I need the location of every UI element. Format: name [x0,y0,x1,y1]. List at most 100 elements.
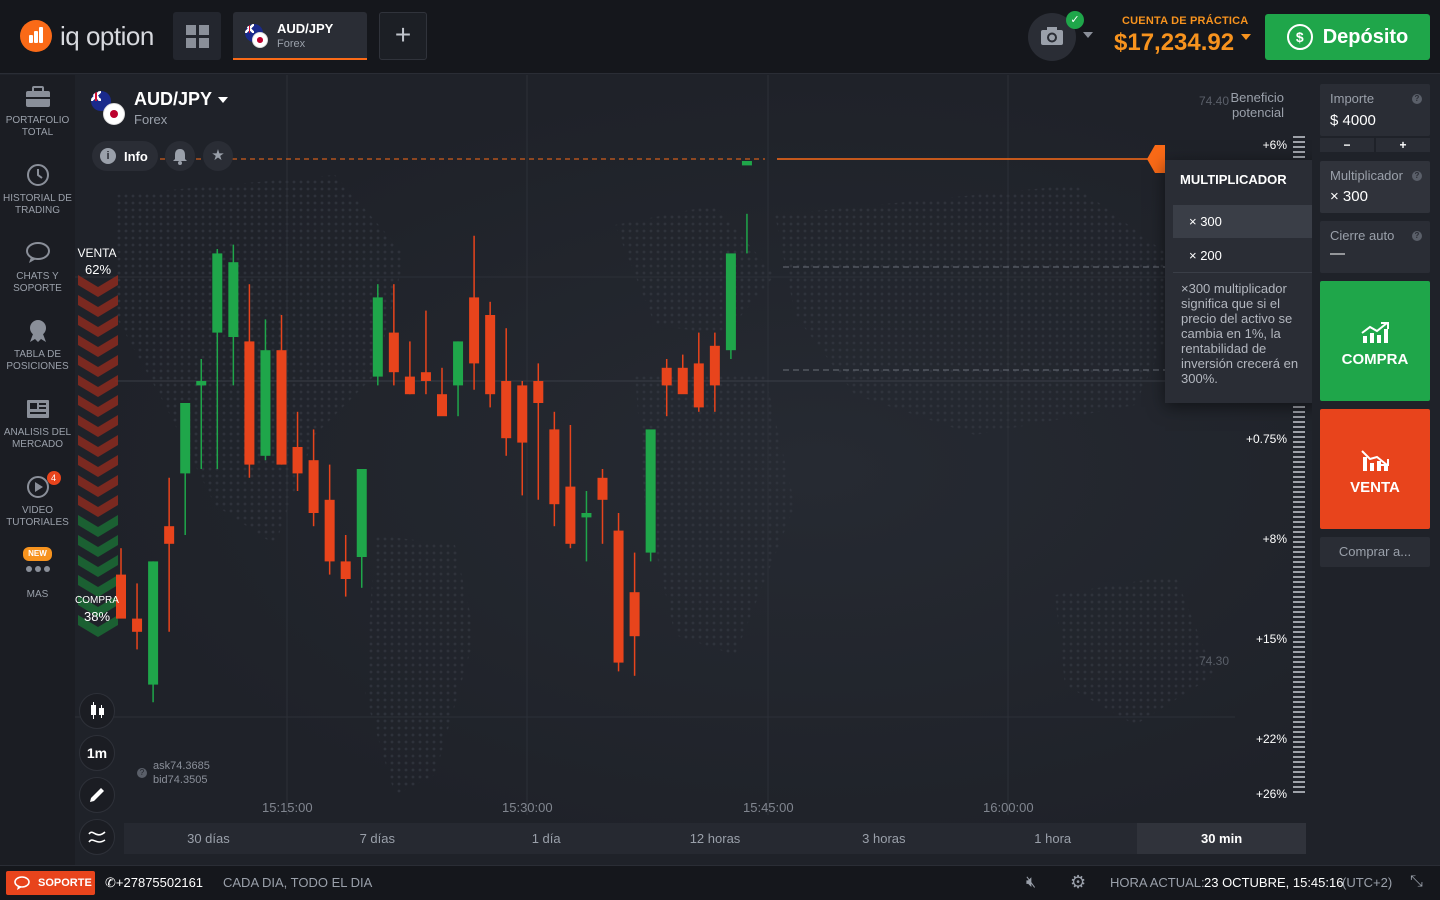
sidebar-item-label: HISTORIAL DE TRADING [3,193,72,216]
candle-body [517,385,528,443]
mute-icon[interactable]: 🔇︎ [1026,874,1036,892]
sidebar-item-videos[interactable]: 4 VIDEO TUTORIALES [0,471,75,529]
auto-close-field[interactable]: Cierre auto ? — [1320,221,1430,273]
sentiment-chevron [78,315,118,337]
help-icon[interactable]: ? [1412,171,1422,181]
chart-area[interactable]: AUD/JPY Forex i Info ★ VENTA 62% COMPRA 3… [75,75,1312,865]
asset-tab[interactable]: AUD/JPY Forex [233,12,367,60]
timeframe-7d[interactable]: 7 días [293,823,462,854]
sidebar-item-label: CHATS Y SOPORTE [13,271,62,294]
gear-icon[interactable]: ⚙ [1070,872,1086,893]
help-icon[interactable]: ? [1412,231,1422,241]
multiplier-description: ×300 multiplicador significa que si el p… [1181,281,1299,386]
support-button[interactable]: SOPORTE [6,871,95,895]
multiplier-title: MULTIPLICADOR [1180,172,1287,187]
profit-pct-tick: +8% [1262,532,1287,546]
decrease-button[interactable]: − [1320,138,1374,152]
amount-value[interactable]: $ 4000 [1330,112,1376,129]
candle-body [228,262,239,337]
draw-button[interactable] [79,777,115,813]
fullscreen-icon[interactable]: ⤡ [1410,873,1423,891]
amount-field[interactable]: Importe ? $ 4000 [1320,84,1430,136]
sidebar-item-history[interactable]: HISTORIAL DE TRADING [0,163,75,217]
multiplier-field[interactable]: Multiplicador ? × 300 [1320,161,1430,213]
sentiment-chevron [78,335,118,357]
sentiment-chevron [78,475,118,497]
sentiment-chevron [78,535,118,557]
timezone: (UTC+2) [1342,875,1393,890]
candle-body [212,253,223,333]
help-icon[interactable]: ? [1412,94,1422,104]
multiplier-dropdown: MULTIPLICADOR × 300 × 200 ×300 multiplic… [1165,160,1320,403]
timeframe-1h[interactable]: 1 hora [968,823,1137,854]
sentiment-chevron [78,295,118,317]
interval-button[interactable]: 1m [79,735,115,771]
sentiment-chevron [78,355,118,377]
candle-body [741,161,752,166]
indicators-button[interactable] [79,819,115,855]
buy-at-button[interactable]: Comprar a... [1320,537,1430,567]
timeframe-3h[interactable]: 3 horas [799,823,968,854]
multiplier-label: Multiplicador [1330,168,1403,183]
multiplier-value: × 300 [1330,188,1368,205]
info-button[interactable]: i Info [92,141,158,171]
buy-button[interactable]: COMPRA [1320,281,1430,401]
timeframe-1d[interactable]: 1 día [462,823,631,854]
sidebar-item-more[interactable]: NEW MAS [0,547,75,601]
candle-body [196,381,207,386]
profit-pct-tick: +26% [1255,787,1287,801]
candle-body [581,513,592,518]
time-tick: 15:45:00 [743,800,794,815]
top-bar: iq option AUD/JPY Forex + ✓ CUENTA DE PR… [0,0,1440,74]
favorite-button[interactable]: ★ [203,141,233,171]
trend-up-icon [1361,322,1389,343]
profit-pct-tick: +6% [1262,138,1287,152]
indicators-icon [88,831,106,843]
profit-pct-tick: +15% [1255,632,1287,646]
sidebar-item-portfolio[interactable]: PORTAFOLIO TOTAL [0,85,75,139]
deposit-button[interactable]: $ Depósito [1265,14,1430,60]
account-balance[interactable]: $17,234.92 [1114,29,1234,57]
candle-body [629,592,640,637]
candle-body [613,530,624,663]
logo[interactable]: iq option [20,20,154,52]
briefcase-icon [25,85,51,109]
sentiment-chevron [78,395,118,417]
asset-name[interactable]: AUD/JPY [134,89,229,110]
chevron-down-icon[interactable] [1083,32,1093,38]
sidebar-item-label: ANALISIS DEL MERCADO [3,427,72,450]
chat-icon [25,241,51,265]
news-icon [25,397,51,421]
multiplier-option-200[interactable]: × 200 [1173,239,1312,272]
sidebar: PORTAFOLIO TOTAL HISTORIAL DE TRADING CH… [0,75,75,865]
timeframe-12h[interactable]: 12 horas [631,823,800,854]
chart-type-button[interactable] [79,693,115,729]
price-chart[interactable] [75,75,1312,865]
candle-body [308,460,319,513]
support-phone[interactable]: ✆+27875502161 [105,875,203,891]
info-icon: i [100,148,116,164]
candle-body [260,350,271,456]
apps-grid-button[interactable] [173,12,221,60]
candle-body [709,345,720,386]
sell-button[interactable]: VENTA [1320,409,1430,529]
current-price-marker [1147,145,1165,173]
time-tick: 15:15:00 [262,800,313,815]
sentiment-chevron [78,495,118,517]
timeframe-bar: 30 días 7 días 1 día 12 horas 3 horas 1 … [124,823,1307,854]
timeframe-30m[interactable]: 30 min [1137,823,1307,854]
sidebar-item-leaderboard[interactable]: TABLA DE POSICIONES [0,319,75,373]
sidebar-item-analysis[interactable]: ANALISIS DEL MERCADO [0,397,75,451]
sidebar-item-chats[interactable]: CHATS Y SOPORTE [0,241,75,295]
alert-button[interactable] [165,141,195,171]
account-chevron-down-icon[interactable] [1241,34,1251,40]
chevron-down-icon [218,97,229,104]
candle-body [132,618,143,632]
timeframe-30d[interactable]: 30 días [124,823,293,854]
add-tab-button[interactable]: + [379,12,427,60]
screenshot-button[interactable]: ✓ [1028,11,1084,61]
multiplier-option-300[interactable]: × 300 [1173,205,1312,238]
profit-pct-tick: +22% [1255,732,1287,746]
candle-body [356,469,367,557]
increase-button[interactable]: + [1376,138,1430,152]
